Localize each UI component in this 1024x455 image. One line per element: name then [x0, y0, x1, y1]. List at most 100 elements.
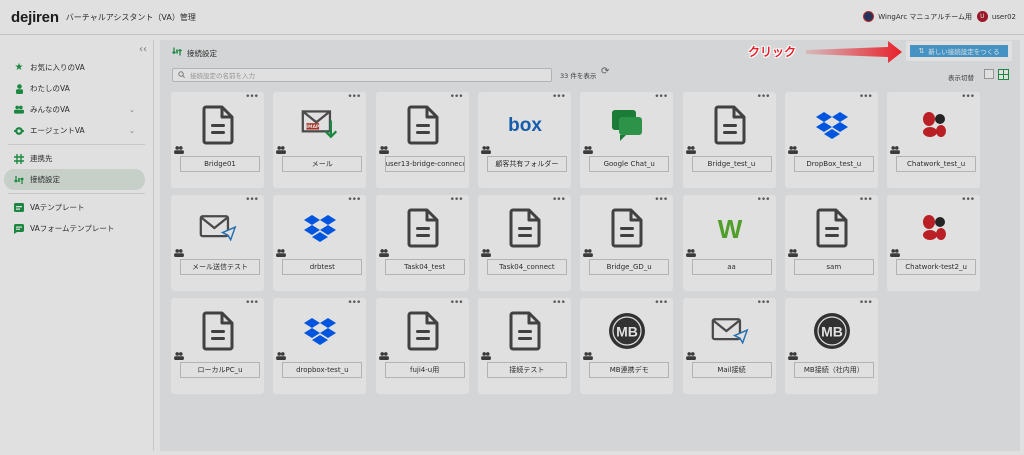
- connection-card[interactable]: ••• Chatwork_test_u: [887, 92, 981, 188]
- mb-logo-icon: MB: [813, 312, 851, 350]
- refresh-icon[interactable]: ⟳: [601, 66, 609, 77]
- document-icon: [813, 208, 851, 248]
- more-menu-icon[interactable]: •••: [859, 195, 873, 205]
- sidebar-item-va-template[interactable]: VAテンプレート: [4, 197, 145, 218]
- connection-card[interactable]: ••• メール送信テスト: [171, 195, 264, 291]
- connection-card[interactable]: ••• Mail接続: [682, 298, 776, 394]
- more-menu-icon[interactable]: •••: [552, 195, 566, 205]
- more-menu-icon[interactable]: •••: [347, 92, 361, 102]
- org-switcher[interactable]: WingArc マニュアルチーム用: [863, 11, 972, 22]
- connection-card[interactable]: ••• Chatwork-test2_u: [887, 195, 981, 291]
- connection-card[interactable]: ••• Bridge_GD_u: [580, 195, 674, 291]
- shared-users-icon: [685, 352, 696, 362]
- card-label: Chatwork_test_u: [896, 156, 977, 172]
- sidebar-item-label: VAテンプレート: [30, 203, 85, 212]
- page-title-text: 接続設定: [187, 48, 217, 58]
- more-menu-icon[interactable]: •••: [245, 195, 259, 205]
- list-view-icon[interactable]: [984, 69, 994, 79]
- sidebar-item-connections[interactable]: 連携先: [4, 148, 145, 169]
- new-connection-button-label: 新しい接続設定をつくる: [928, 49, 1000, 56]
- grid-view-icon[interactable]: [998, 69, 1009, 80]
- sidebar: ‹‹ ★ お気に入りのVA わたしのVA みんなのVA ⌄ エージェントVA ⌄: [4, 40, 154, 451]
- org-name: WingArc マニュアルチーム用: [878, 12, 972, 21]
- more-menu-icon[interactable]: •••: [654, 298, 668, 308]
- chatwork-icon: [915, 209, 953, 247]
- more-menu-icon[interactable]: •••: [961, 195, 975, 205]
- connection-card[interactable]: ••• 接続テスト: [477, 298, 571, 394]
- sidebar-item-favorite-va[interactable]: ★ お気に入りのVA: [4, 57, 145, 78]
- sidebar-item-connection-settings[interactable]: 接続設定: [4, 169, 145, 190]
- more-menu-icon[interactable]: •••: [245, 92, 259, 102]
- svg-text:W: W: [717, 214, 742, 242]
- connection-card[interactable]: ••• Waa: [682, 195, 776, 291]
- card-label: dropbox-test_u: [282, 362, 363, 378]
- sidebar-item-label: VAフォームテンプレート: [30, 224, 115, 233]
- connection-card[interactable]: ••• Google Chat_u: [580, 92, 674, 188]
- card-label: Google Chat_u: [589, 156, 670, 172]
- connection-card[interactable]: ••• fuji4-u用: [375, 298, 469, 394]
- sidebar-item-agent-va[interactable]: エージェントVA ⌄: [4, 120, 145, 141]
- card-label: 顧客共有フォルダー: [486, 156, 567, 172]
- more-menu-icon[interactable]: •••: [654, 92, 668, 102]
- more-menu-icon[interactable]: •••: [245, 298, 259, 308]
- more-menu-icon[interactable]: •••: [757, 195, 771, 205]
- search-input[interactable]: 接続設定の名前を入力: [172, 68, 552, 82]
- connection-card[interactable]: ••• ローカルPC_u: [171, 298, 264, 394]
- more-menu-icon[interactable]: •••: [859, 92, 873, 102]
- more-menu-icon[interactable]: •••: [450, 92, 464, 102]
- shared-users-icon: [685, 146, 696, 156]
- star-icon: ★: [14, 62, 24, 73]
- mail-send-icon: [199, 209, 237, 247]
- app-logo[interactable]: dejiren: [11, 9, 59, 26]
- sidebar-item-my-va[interactable]: わたしのVA: [4, 78, 145, 99]
- double-chevron-left-icon[interactable]: ‹‹: [139, 44, 147, 55]
- chevron-down-icon[interactable]: ⌄: [129, 127, 135, 135]
- connection-card[interactable]: ••• DropBox_test_u: [784, 92, 878, 188]
- connection-card[interactable]: ••• sam: [784, 195, 878, 291]
- more-menu-icon[interactable]: •••: [961, 92, 975, 102]
- shared-users-icon: [787, 146, 798, 156]
- connection-card[interactable]: ••• Task04_connect: [477, 195, 571, 291]
- sidebar-item-everyone-va[interactable]: みんなのVA ⌄: [4, 99, 145, 120]
- shared-users-icon: [685, 249, 696, 259]
- sidebar-item-label: お気に入りのVA: [30, 63, 85, 72]
- app-title: バーチャルアシスタント（VA）管理: [65, 12, 196, 22]
- more-menu-icon[interactable]: •••: [347, 298, 361, 308]
- people-icon: [14, 105, 24, 115]
- connection-card[interactable]: ••• Task04_test: [375, 195, 469, 291]
- form-template-icon: [14, 223, 24, 234]
- more-menu-icon[interactable]: •••: [450, 298, 464, 308]
- more-menu-icon[interactable]: •••: [552, 92, 566, 102]
- template-icon: [14, 203, 24, 213]
- more-menu-icon[interactable]: •••: [757, 92, 771, 102]
- more-menu-icon[interactable]: •••: [654, 195, 668, 205]
- google-chat-icon: [608, 106, 646, 144]
- shared-users-icon: [890, 146, 900, 156]
- document-icon: [608, 208, 646, 248]
- new-connection-button[interactable]: ⇅ 新しい接続設定をつくる: [906, 41, 1012, 61]
- more-menu-icon[interactable]: •••: [450, 195, 464, 205]
- divider: [8, 193, 145, 194]
- chatwork-icon: [915, 106, 953, 144]
- chevron-down-icon[interactable]: ⌄: [129, 106, 135, 114]
- connection-card[interactable]: ••• MB MB連携デモ: [580, 298, 674, 394]
- shared-users-icon: [787, 249, 798, 259]
- more-menu-icon[interactable]: •••: [347, 195, 361, 205]
- shared-users-icon: [174, 352, 184, 362]
- document-icon: [404, 105, 442, 145]
- connection-card[interactable]: ••• Bridge01: [171, 92, 264, 188]
- more-menu-icon[interactable]: •••: [757, 298, 771, 308]
- sidebar-item-va-form-template[interactable]: VAフォームテンプレート: [4, 218, 145, 239]
- connection-card[interactable]: ••• user13-bridge-connecor: [375, 92, 469, 188]
- dropbox-icon: [301, 312, 339, 350]
- more-menu-icon[interactable]: •••: [552, 298, 566, 308]
- user-menu[interactable]: U user02: [976, 11, 1016, 22]
- connection-card[interactable]: ••• dropbox-test_u: [273, 298, 367, 394]
- svg-text:box: box: [508, 115, 542, 136]
- more-menu-icon[interactable]: •••: [859, 298, 873, 308]
- connection-card[interactable]: ••• drbtest: [273, 195, 367, 291]
- connection-card[interactable]: ••• IMAP メール: [273, 92, 367, 188]
- connection-card[interactable]: ••• MB MB接続（社内用）: [784, 298, 878, 394]
- connection-card[interactable]: ••• box 顧客共有フォルダー: [477, 92, 571, 188]
- connection-card[interactable]: ••• Bridge_test_u: [682, 92, 776, 188]
